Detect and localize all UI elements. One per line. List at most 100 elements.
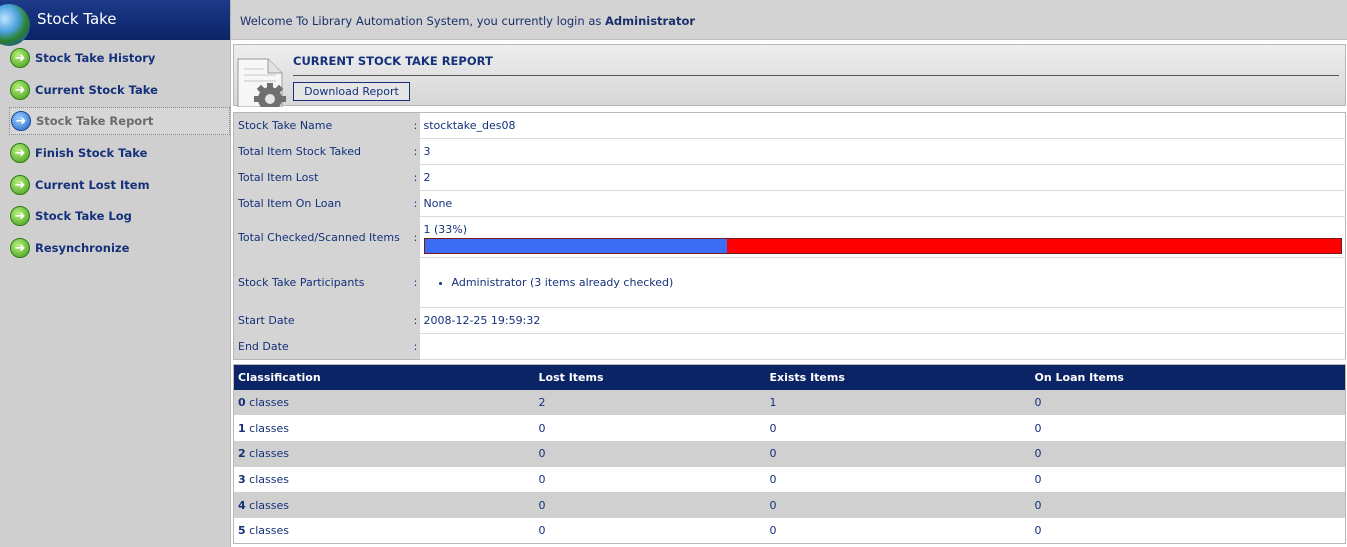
column-header: Exists Items (765, 364, 1031, 390)
loan-cell: 0 (1030, 466, 1346, 493)
sidebar-item-label: Stock Take History (35, 51, 156, 65)
info-row-end-date: End Date : (233, 333, 1346, 360)
download-report-button[interactable]: Download Report (293, 82, 410, 101)
info-value: None (419, 190, 1346, 217)
class-suffix: classes (249, 421, 289, 435)
table-row: 5 classes 0 0 0 (233, 517, 1346, 544)
arrow-right-icon: ➜ (10, 48, 30, 68)
participants-list: Administrator (3 items already checked) (452, 276, 1346, 289)
class-number: 3 (238, 472, 246, 486)
exists-cell: 0 (765, 492, 1031, 518)
info-row-on-loan: Total Item On Loan : None (233, 190, 1346, 217)
info-row-total-taked: Total Item Stock Taked : 3 (233, 138, 1346, 165)
info-value: 2 (419, 164, 1346, 191)
sidebar-item-label: Current Lost Item (35, 178, 150, 192)
info-row-name: Stock Take Name : stocktake_des08 (233, 112, 1346, 139)
arrow-right-icon: ➜ (10, 80, 30, 100)
sidebar-item-label: Stock Take Report (36, 114, 154, 128)
report-header: CURRENT STOCK TAKE REPORT Download Repor… (233, 44, 1346, 107)
info-value (419, 333, 1346, 360)
loan-cell: 0 (1030, 415, 1346, 441)
info-value: 3 (419, 138, 1346, 165)
lost-cell: 0 (534, 440, 766, 467)
info-row-start-date: Start Date : 2008-12-25 19:59:32 (233, 307, 1346, 334)
info-label: Start Date (233, 307, 412, 334)
sidebar-item-finish-stock-take[interactable]: ➜ Finish Stock Take (9, 139, 230, 167)
lost-cell: 2 (534, 389, 766, 416)
lost-cell: 0 (534, 492, 766, 518)
table-row: 4 classes 0 0 0 (233, 492, 1346, 518)
lost-cell: 0 (534, 517, 766, 544)
class-suffix: classes (249, 498, 289, 512)
welcome-text: Welcome To Library Automation System, yo… (240, 14, 606, 28)
loan-cell: 0 (1030, 492, 1346, 518)
classification-cell: 2 classes (233, 440, 535, 467)
table-row: 1 classes 0 0 0 (233, 415, 1346, 441)
classification-table: Classification Lost Items Exists Items O… (233, 364, 1346, 545)
sidebar-item-stock-take-log[interactable]: ➜ Stock Take Log (9, 202, 230, 230)
arrow-right-icon: ➜ (10, 206, 30, 226)
checked-progress-bar (423, 237, 1342, 254)
lost-cell: 0 (534, 415, 766, 441)
class-suffix: classes (249, 524, 289, 538)
arrow-right-icon: ➜ (11, 111, 31, 131)
info-separator: : (411, 164, 420, 191)
arrow-right-icon: ➜ (10, 175, 30, 195)
info-separator: : (411, 190, 420, 217)
title-divider (293, 75, 1339, 76)
welcome-message: Welcome To Library Automation System, yo… (240, 14, 695, 28)
sidebar-item-label: Stock Take Log (35, 209, 132, 223)
classification-cell: 0 classes (233, 389, 535, 416)
class-number: 1 (238, 421, 246, 435)
report-gear-icon (237, 58, 286, 107)
column-header: Classification (233, 364, 535, 390)
info-separator: : (411, 257, 420, 308)
class-number: 2 (238, 447, 246, 461)
username: Administrator (605, 14, 696, 28)
sidebar-item-label: Resynchronize (35, 241, 130, 255)
sidebar-item-stock-take-history[interactable]: ➜ Stock Take History (9, 44, 230, 72)
classification-cell: 3 classes (233, 466, 535, 493)
progress-fill (424, 238, 727, 253)
info-value: 2008-12-25 19:59:32 (419, 307, 1346, 334)
exists-cell: 1 (765, 389, 1031, 416)
info-row-total-lost: Total Item Lost : 2 (233, 164, 1346, 191)
table-row: 3 classes 0 0 0 (233, 466, 1346, 493)
classification-cell: 1 classes (233, 415, 535, 441)
sidebar-item-current-lost-item[interactable]: ➜ Current Lost Item (9, 171, 230, 199)
class-suffix: classes (249, 447, 289, 461)
sidebar-item-resynchronize[interactable]: ➜ Resynchronize (9, 234, 230, 262)
sidebar-item-stock-take-report[interactable]: ➜ Stock Take Report (9, 107, 230, 135)
info-label: Total Checked/Scanned Items (233, 216, 412, 258)
exists-cell: 0 (765, 517, 1031, 544)
info-label: Total Item Stock Taked (233, 138, 412, 165)
lost-cell: 0 (534, 466, 766, 493)
info-value: stocktake_des08 (419, 112, 1346, 139)
class-suffix: classes (249, 395, 289, 409)
info-label: Total Item Lost (233, 164, 412, 191)
info-separator: : (411, 307, 420, 334)
info-label: Stock Take Participants (233, 257, 412, 308)
exists-cell: 0 (765, 440, 1031, 467)
info-label: End Date (233, 333, 412, 360)
table-row: 0 classes 2 1 0 (233, 389, 1346, 416)
class-suffix: classes (249, 472, 289, 486)
info-separator: : (411, 216, 420, 258)
classification-cell: 4 classes (233, 492, 535, 518)
info-separator: : (411, 333, 420, 360)
info-separator: : (411, 138, 420, 165)
sidebar-header: Stock Take (0, 0, 230, 46)
progress-text: 1 (33%) (423, 222, 468, 236)
loan-cell: 0 (1030, 517, 1346, 544)
class-number: 5 (238, 524, 246, 538)
arrow-right-icon: ➜ (10, 238, 30, 258)
info-label: Total Item On Loan (233, 190, 412, 217)
globe-icon (0, 4, 30, 46)
sidebar-item-current-stock-take[interactable]: ➜ Current Stock Take (9, 76, 230, 104)
class-number: 0 (238, 395, 246, 409)
classification-cell: 5 classes (233, 517, 535, 544)
column-header: On Loan Items (1030, 364, 1346, 390)
class-number: 4 (238, 498, 246, 512)
loan-cell: 0 (1030, 389, 1346, 416)
participant-item: Administrator (3 items already checked) (452, 276, 1346, 289)
